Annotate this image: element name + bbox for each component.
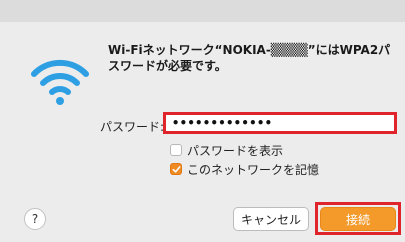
remember-network-option[interactable]: このネットワークを記憶 bbox=[170, 161, 319, 177]
password-label: パスワード: bbox=[100, 120, 165, 134]
wifi-icon bbox=[31, 59, 89, 105]
remember-network-checkbox[interactable] bbox=[170, 163, 182, 175]
window-titlebar bbox=[0, 0, 405, 23]
checkmark-icon bbox=[172, 165, 180, 173]
remember-network-label: このネットワークを記憶 bbox=[187, 162, 320, 177]
join-button[interactable]: 接続 bbox=[320, 207, 396, 231]
show-password-checkbox[interactable] bbox=[170, 144, 182, 156]
help-button[interactable]: ? bbox=[24, 208, 46, 230]
show-password-option[interactable]: パスワードを表示 bbox=[170, 142, 283, 158]
dialog-message: Wi-Fiネットワーク“NOKIA-▒▒▒▒”にはWPA2パスワードが必要です。 bbox=[108, 43, 391, 73]
wifi-password-dialog: Wi-Fiネットワーク“NOKIA-▒▒▒▒”にはWPA2パスワードが必要です。… bbox=[0, 22, 405, 242]
show-password-label: パスワードを表示 bbox=[187, 143, 284, 158]
cancel-button[interactable]: キャンセル bbox=[233, 207, 309, 231]
password-field[interactable] bbox=[163, 112, 397, 134]
